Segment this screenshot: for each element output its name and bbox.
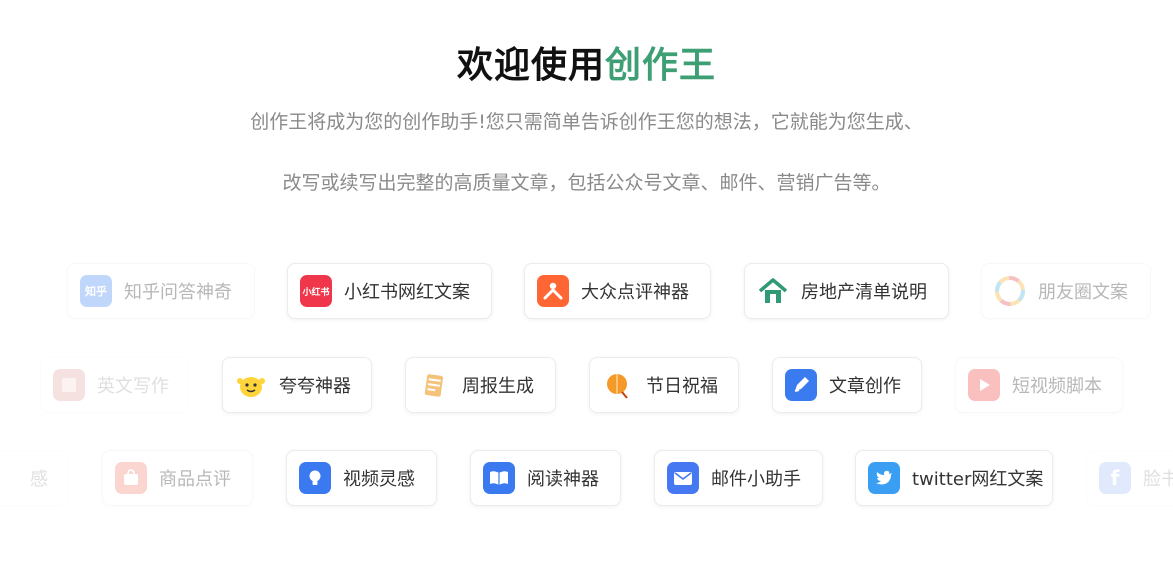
xiaohongshu-icon: 小红书 [300, 275, 332, 307]
tool-label: 感 [30, 469, 48, 490]
tool-label: 短视频脚本 [1012, 376, 1102, 397]
tool-label: 知乎问答神奇 [124, 282, 232, 303]
tool-card-product-review[interactable]: 商品点评 [102, 450, 253, 506]
facebook-icon: f [1099, 462, 1131, 494]
tool-card-partial-left[interactable]: 感 [0, 450, 69, 506]
tool-label: 视频灵感 [343, 469, 415, 490]
moments-icon [994, 275, 1026, 307]
tool-label: 节日祝福 [646, 376, 718, 397]
tool-row-1: 知乎 知乎问答神奇 小红书 小红书网红文案 大众点评神器 房地产清单说明 朋友圈… [0, 263, 1173, 323]
title-prefix: 欢迎使用 [456, 45, 605, 86]
lantern-icon [602, 369, 634, 401]
tool-card-moments[interactable]: 朋友圈文案 [981, 263, 1151, 319]
tool-card-twitter-copy[interactable]: twitter网红文案 [855, 450, 1053, 506]
tool-label: 夸夸神器 [279, 376, 351, 397]
tool-row-3: 感 商品点评 视频灵感 阅读神器 邮件小助手 twitter网红文案 f 脸书 [0, 450, 1173, 510]
tool-label: 阅读神器 [527, 469, 599, 490]
tool-label: 邮件小助手 [711, 469, 801, 490]
tool-card-short-video-script[interactable]: 短视频脚本 [955, 357, 1123, 413]
page-title: 欢迎使用创作王 [0, 40, 1173, 92]
tool-label: twitter网红文案 [912, 469, 1044, 490]
tool-card-facebook[interactable]: f 脸书 [1086, 450, 1173, 506]
tool-card-english-writing[interactable]: 英文写作 [40, 357, 189, 413]
tool-card-zhihu[interactable]: 知乎 知乎问答神奇 [67, 263, 255, 319]
tool-label: 文章创作 [829, 376, 901, 397]
tool-card-dianping[interactable]: 大众点评神器 [524, 263, 711, 319]
tool-label: 英文写作 [97, 376, 169, 397]
subtitle-line-2: 改写或续写出完整的高质量文章，包括公众号文章、邮件、营销广告等。 [282, 172, 891, 194]
house-icon [757, 275, 789, 307]
mail-icon [667, 462, 699, 494]
tool-card-reading-tool[interactable]: 阅读神器 [470, 450, 621, 506]
pen-icon [785, 369, 817, 401]
twitter-icon [868, 462, 900, 494]
tool-label: 朋友圈文案 [1038, 282, 1128, 303]
play-icon [968, 369, 1000, 401]
tool-label: 商品点评 [159, 469, 231, 490]
tool-label: 周报生成 [462, 376, 534, 397]
dianping-icon [537, 275, 569, 307]
tool-card-weekly-report[interactable]: 周报生成 [405, 357, 556, 413]
zhihu-icon: 知乎 [80, 275, 112, 307]
tool-card-holiday-greetings[interactable]: 节日祝福 [589, 357, 739, 413]
tool-card-praise[interactable]: 夸夸神器 [222, 357, 372, 413]
tool-label: 房地产清单说明 [801, 282, 927, 303]
tool-label: 小红书网红文案 [344, 282, 470, 303]
notepad-icon [418, 369, 450, 401]
book-icon [53, 369, 85, 401]
title-brand: 创作王 [605, 45, 717, 86]
tool-card-real-estate[interactable]: 房地产清单说明 [744, 263, 949, 319]
tool-card-xiaohongshu[interactable]: 小红书 小红书网红文案 [287, 263, 492, 319]
cheer-icon [235, 369, 267, 401]
tool-label: 大众点评神器 [581, 282, 689, 303]
tool-card-video-inspiration[interactable]: 视频灵感 [286, 450, 437, 506]
tool-row-2: 英文写作 夸夸神器 周报生成 节日祝福 文章创作 短视频脚本 [0, 357, 1173, 417]
tool-card-email-assistant[interactable]: 邮件小助手 [654, 450, 823, 506]
tool-label: 脸书 [1143, 469, 1173, 490]
shopping-bag-icon [115, 462, 147, 494]
tool-card-article-writing[interactable]: 文章创作 [772, 357, 922, 413]
lightbulb-icon [299, 462, 331, 494]
subtitle-line-1: 创作王将成为您的创作助手!您只需简单告诉创作王您的想法，它就能为您生成、 [250, 111, 923, 133]
open-book-icon [483, 462, 515, 494]
